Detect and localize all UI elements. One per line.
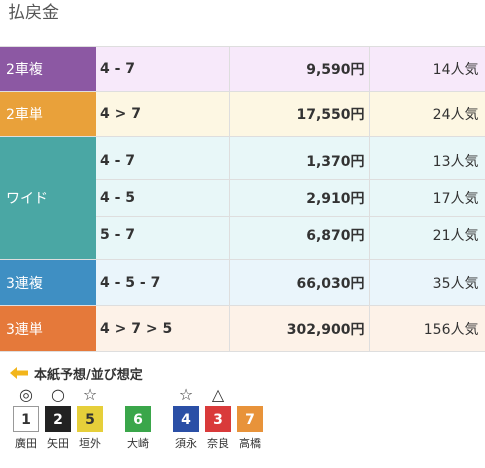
payout-amount: 17,550円 — [229, 91, 370, 137]
popularity: 13人気 — [369, 136, 485, 180]
payout-row: 2車複 4 - 7 9,590円 14人気 — [0, 46, 485, 92]
payout-row: 3連複 4 - 5 - 7 66,030円 35人気 — [0, 259, 485, 306]
bet-type-label: 2車複 — [0, 46, 96, 92]
rider-number-box: 1 — [13, 406, 39, 432]
bet-type-label: 2車単 — [0, 91, 96, 137]
prediction-mark: ○ — [51, 385, 65, 404]
popularity: 24人気 — [369, 91, 485, 137]
prediction-heading-label: 本紙予想/並び想定 — [34, 367, 143, 383]
rider-name: 須永 — [175, 437, 197, 450]
page-title: 払戻金 — [8, 3, 59, 23]
prediction-mark: ◎ — [19, 385, 33, 404]
payout-row: ワイド 4 - 7 1,370円 13人気 — [0, 136, 485, 260]
bet-type-label: 3連複 — [0, 259, 96, 306]
popularity: 17人気 — [369, 179, 485, 217]
rider-name: 矢田 — [47, 437, 69, 450]
combination: 5 - 7 — [96, 216, 230, 260]
payout-amount: 2,910円 — [229, 179, 370, 217]
payout-amount: 1,370円 — [229, 136, 370, 180]
combination: 4 - 5 - 7 — [96, 259, 230, 306]
rider-number-box: 2 — [45, 406, 71, 432]
rider-number-box: 3 — [205, 406, 231, 432]
rider-number-box: 7 — [237, 406, 263, 432]
rider-number-box: 6 — [125, 406, 151, 432]
rider-number-box: 4 — [173, 406, 199, 432]
bet-type-label: 3連単 — [0, 305, 96, 352]
combination: 4 > 7 > 5 — [96, 305, 230, 352]
payout-amount: 9,590円 — [229, 46, 370, 92]
combination: 4 - 5 — [96, 179, 230, 217]
popularity: 35人気 — [369, 259, 485, 306]
rider-name: 廣田 — [15, 437, 37, 450]
combination: 4 - 7 — [96, 46, 230, 92]
combination: 4 > 7 — [96, 91, 230, 137]
rider-name: 高橋 — [239, 437, 261, 450]
payout-row: 2車単 4 > 7 17,550円 24人気 — [0, 91, 485, 137]
rider-name: 垣外 — [79, 437, 101, 450]
payout-row: 3連単 4 > 7 > 5 302,900円 156人気 — [0, 305, 485, 352]
payout-amount: 302,900円 — [229, 305, 370, 352]
payout-amount: 66,030円 — [229, 259, 370, 306]
prediction-mark: ☆ — [178, 385, 194, 404]
popularity: 156人気 — [369, 305, 485, 352]
rider-number-box: 5 — [77, 406, 103, 432]
popularity: 21人気 — [369, 216, 485, 260]
rider-name: 奈良 — [207, 437, 229, 450]
arrow-left-icon — [10, 367, 28, 379]
prediction-mark: ☆ — [82, 385, 98, 404]
payout-table: 2車複 4 - 7 9,590円 14人気 2車単 4 > 7 17,550円 24人気 ワイド… — [0, 46, 485, 352]
prediction-mark: △ — [211, 385, 225, 404]
payout-amount: 6,870円 — [229, 216, 370, 260]
popularity: 14人気 — [369, 46, 485, 92]
bet-type-label: ワイド — [0, 136, 96, 260]
prediction-heading: 本紙予想/並び想定 — [10, 362, 143, 384]
combination: 4 - 7 — [96, 136, 230, 180]
rider-name: 大崎 — [127, 437, 149, 450]
